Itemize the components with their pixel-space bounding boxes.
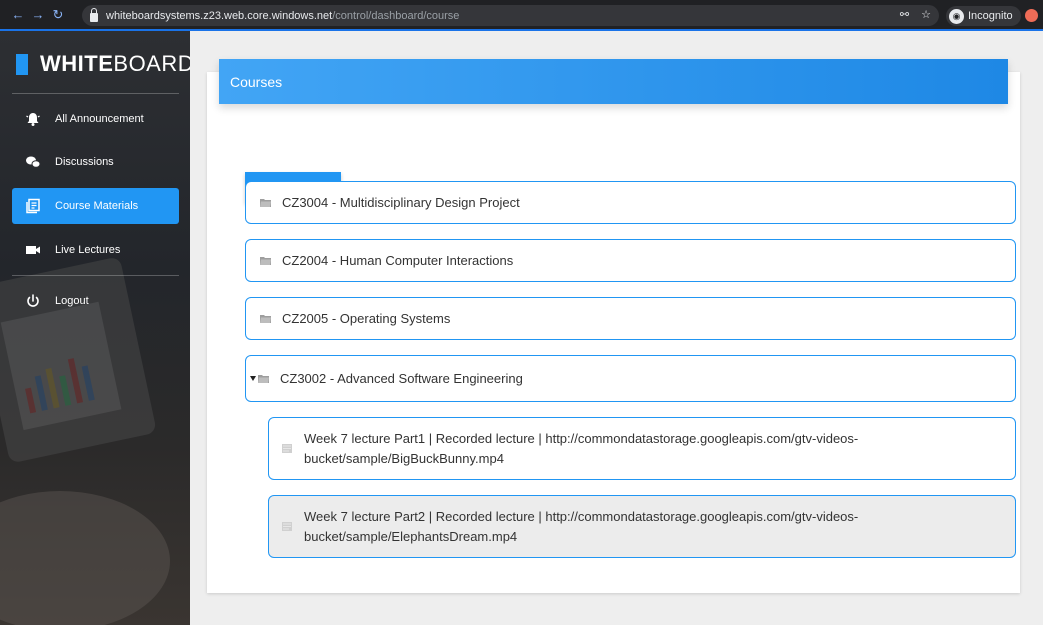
- chat-icon: [25, 154, 41, 170]
- sidebar-item-course-materials[interactable]: Course Materials: [12, 188, 179, 224]
- browser-toolbar: ← → ↻ whiteboardsystems.z23.web.core.win…: [0, 0, 1043, 31]
- sidebar-item-label: Live Lectures: [55, 244, 121, 256]
- url-path: /control/dashboard/course: [332, 9, 460, 22]
- sidebar: WHITE BOARD All Announcement Discussions …: [0, 31, 190, 625]
- folder-icon: [260, 257, 271, 265]
- course-item-expanded[interactable]: CZ3002 - Advanced Software Engineering: [245, 355, 1016, 402]
- course-label: CZ2005 - Operating Systems: [282, 311, 451, 326]
- file-icon: [282, 444, 292, 453]
- sidebar-item-label: Course Materials: [55, 200, 139, 212]
- material-label: Week 7 lecture Part1 | Recorded lecture …: [304, 430, 859, 466]
- app-logo: WHITE BOARD: [16, 51, 190, 77]
- incognito-icon: ◉: [949, 8, 964, 24]
- incognito-label: Incognito: [968, 10, 1013, 22]
- lock-icon: [90, 7, 98, 22]
- sidebar-item-all-announcement[interactable]: All Announcement: [12, 101, 179, 137]
- extension-icon[interactable]: [1025, 9, 1038, 22]
- address-bar[interactable]: whiteboardsystems.z23.web.core.windows.n…: [82, 5, 939, 26]
- key-icon[interactable]: ⚯: [900, 8, 909, 21]
- course-item[interactable]: CZ3004 - Multidisciplinary Design Projec…: [245, 181, 1016, 224]
- sidebar-item-live-lectures[interactable]: Live Lectures: [12, 232, 179, 268]
- course-label: CZ3004 - Multidisciplinary Design Projec…: [282, 195, 520, 210]
- sidebar-item-logout[interactable]: Logout: [12, 283, 179, 319]
- page-title-bar: Courses: [219, 59, 1008, 104]
- logo-text-light: BOARD: [113, 51, 190, 76]
- caret-down-icon[interactable]: [250, 376, 256, 381]
- arrow-left-icon[interactable]: ←: [8, 7, 28, 22]
- material-item[interactable]: Week 7 lecture Part1 | Recorded lecture …: [268, 417, 1016, 480]
- folder-icon: [258, 375, 269, 383]
- sidebar-item-label: Logout: [55, 295, 89, 307]
- star-icon[interactable]: ☆: [921, 8, 931, 21]
- material-label: Week 7 lecture Part2 | Recorded lecture …: [304, 508, 859, 544]
- reload-icon[interactable]: ↻: [48, 7, 68, 23]
- power-icon: [25, 293, 41, 309]
- course-label: CZ2004 - Human Computer Interactions: [282, 253, 514, 268]
- course-label: CZ3002 - Advanced Software Engineering: [280, 371, 523, 386]
- sidebar-divider: [12, 93, 179, 94]
- folder-icon: [260, 199, 271, 207]
- sidebar-item-label: Discussions: [55, 156, 114, 168]
- sidebar-item-label: All Announcement: [55, 113, 144, 125]
- video-camera-icon: [25, 242, 41, 258]
- logo-mark: [16, 53, 28, 75]
- page-title: Courses: [230, 73, 283, 90]
- file-icon: [282, 522, 292, 531]
- sidebar-divider: [12, 275, 179, 276]
- courses-card: ADD COURSE CZ3004 - Multidisciplinary De…: [207, 72, 1020, 593]
- logo-text-bold: WHITE: [40, 51, 114, 76]
- material-item[interactable]: Week 7 lecture Part2 | Recorded lecture …: [268, 495, 1016, 558]
- main-content: ADD COURSE CZ3004 - Multidisciplinary De…: [190, 31, 1043, 625]
- incognito-badge[interactable]: ◉ Incognito: [946, 6, 1021, 26]
- sidebar-item-discussions[interactable]: Discussions: [12, 144, 179, 180]
- course-item[interactable]: CZ2004 - Human Computer Interactions: [245, 239, 1016, 282]
- arrow-right-icon[interactable]: →: [28, 7, 48, 22]
- book-icon: [25, 198, 41, 214]
- folder-icon: [260, 315, 271, 323]
- url-host: whiteboardsystems.z23.web.core.windows.n…: [106, 9, 333, 22]
- course-item[interactable]: CZ2005 - Operating Systems: [245, 297, 1016, 340]
- bell-icon: [25, 111, 41, 127]
